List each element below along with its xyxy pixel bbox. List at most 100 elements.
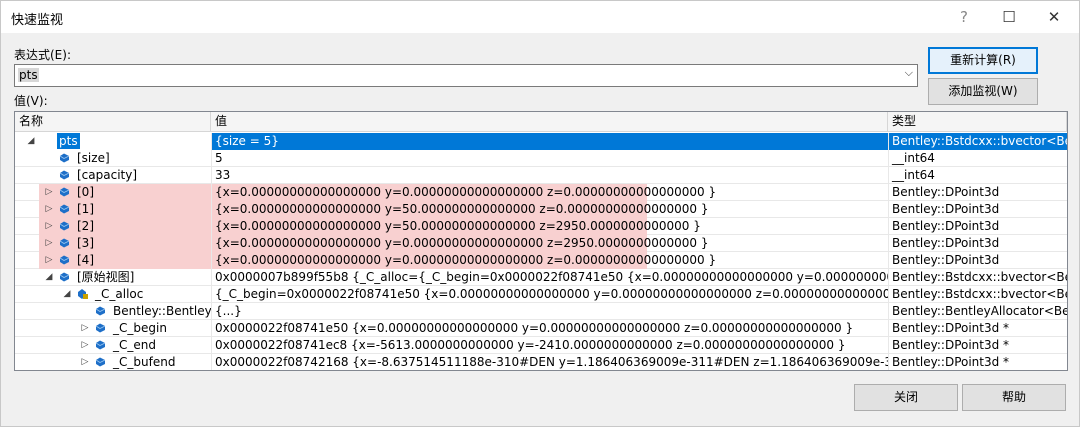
row-name-cell: ◢ [原始视图] xyxy=(15,269,211,286)
table-row[interactable]: ▷ _C_bufend 0x0000022f08742168 {x=-8.63751… xyxy=(15,354,1067,370)
row-type-cell: Bentley::DPoint3d xyxy=(888,201,1067,218)
table-row[interactable]: Bentley::BentleyAll{...}Bentley::Bentley… xyxy=(15,303,1067,320)
row-name-label: [原始视图] xyxy=(77,270,135,284)
field-icon xyxy=(59,255,70,265)
expand-icon[interactable]: ▷ xyxy=(43,218,55,234)
row-value-cell[interactable]: {x=0.00000000000000000 y=0.0000000000000… xyxy=(211,184,888,201)
field-icon xyxy=(95,306,106,316)
row-value-cell[interactable]: 0x0000007b899f55b8 {_C_alloc={_C_begin=0… xyxy=(211,269,888,286)
grid-rows: ◢ pts {size = 5} Bentley::Bstdcxx::bvector<… xyxy=(15,133,1067,370)
title-bar: 快速监视 ? ☐ ✕ xyxy=(1,1,1079,33)
column-header-value[interactable]: 值 xyxy=(211,112,888,132)
column-header-name[interactable]: 名称 xyxy=(15,112,211,132)
field-icon xyxy=(95,340,106,350)
help-icon[interactable]: ? xyxy=(941,1,987,33)
expand-icon[interactable]: ▷ xyxy=(43,201,55,217)
quickwatch-dialog: 快速监视 ? ☐ ✕ 表达式(E): pts ⌵ 重新计算(R) 添加监视(W)… xyxy=(0,0,1080,427)
collapse-icon[interactable]: ◢ xyxy=(61,286,73,302)
row-value-cell[interactable]: {x=0.00000000000000000 y=0.0000000000000… xyxy=(211,235,888,252)
grid-header: 名称 值 类型 xyxy=(15,112,1067,132)
row-value-cell[interactable]: {x=0.00000000000000000 y=0.0000000000000… xyxy=(211,252,888,269)
row-type-cell: __int64 xyxy=(888,150,1067,167)
field-icon xyxy=(59,204,70,214)
row-value-cell[interactable]: {x=0.00000000000000000 y=50.000000000000… xyxy=(211,201,888,218)
row-name-cell: [size] xyxy=(15,150,211,167)
field-icon xyxy=(59,170,70,180)
expand-icon[interactable]: ▷ xyxy=(79,354,91,370)
row-name-label: [0] xyxy=(77,185,94,199)
row-name-label: [1] xyxy=(77,202,94,216)
table-row[interactable]: ▷ _C_end 0x0000022f08741ec8 {x=-5613.00000… xyxy=(15,337,1067,354)
row-name-cell: ▷ [0] xyxy=(15,184,211,201)
row-name-label: _C_bufend xyxy=(113,355,176,369)
expression-input[interactable]: pts xyxy=(18,68,39,82)
row-type-cell: Bentley::DPoint3d xyxy=(888,184,1067,201)
private-field-icon xyxy=(78,289,88,299)
add-watch-button[interactable]: 添加监视(W) xyxy=(928,78,1038,105)
table-row[interactable]: ▷ [4] {x=0.00000000000000000 y=0.000000000… xyxy=(15,252,1067,269)
row-name-cell: Bentley::BentleyAll xyxy=(15,303,211,320)
table-row[interactable]: [capacity] 33 __int64 xyxy=(15,167,1067,184)
row-name-cell: ▷ [3] xyxy=(15,235,211,252)
row-value-cell[interactable]: 0x0000022f08741ec8 {x=-5613.000000000000… xyxy=(211,337,888,354)
table-row[interactable]: ▷ [0] {x=0.00000000000000000 y=0.000000000… xyxy=(15,184,1067,201)
row-name-label: pts xyxy=(57,133,80,149)
row-type-cell: Bentley::DPoint3d xyxy=(888,218,1067,235)
table-row[interactable]: ◢ [原始视图] 0x0000007b899f55b8 {_C_alloc={_C_… xyxy=(15,269,1067,286)
row-type-cell: Bentley::Bstdcxx::bvector<Ben xyxy=(888,133,1067,150)
table-row[interactable]: ▷ [1] {x=0.00000000000000000 y=50.00000000… xyxy=(15,201,1067,218)
maximize-icon[interactable]: ☐ xyxy=(986,1,1032,33)
field-icon xyxy=(95,357,106,367)
row-name-cell: ▷ _C_begin xyxy=(15,320,211,337)
expand-icon[interactable]: ▷ xyxy=(43,184,55,200)
row-value-cell[interactable]: 33 xyxy=(211,167,888,184)
row-type-cell: Bentley::BentleyAllocator<Ben xyxy=(888,303,1067,320)
table-row[interactable]: [size] 5 __int64 xyxy=(15,150,1067,167)
row-name-cell: ▷ _C_end xyxy=(15,337,211,354)
row-name-label: Bentley::BentleyAll xyxy=(113,304,211,318)
row-value-cell[interactable]: 5 xyxy=(211,150,888,167)
row-type-cell: Bentley::DPoint3d xyxy=(888,252,1067,269)
expression-label: 表达式(E): xyxy=(14,48,71,62)
collapse-icon[interactable]: ◢ xyxy=(43,269,55,285)
watch-grid: 名称 值 类型 ◢ pts {size = 5} Bentley::Bstdcxx::… xyxy=(14,111,1068,371)
row-name-label: [4] xyxy=(77,253,94,267)
row-type-cell: Bentley::DPoint3d * xyxy=(888,337,1067,354)
table-row[interactable]: ▷ [3] {x=0.00000000000000000 y=0.000000000… xyxy=(15,235,1067,252)
table-row[interactable]: ▷ _C_begin 0x0000022f08741e50 {x=0.0000000… xyxy=(15,320,1067,337)
expand-icon[interactable]: ▷ xyxy=(43,252,55,268)
help-button[interactable]: 帮助 xyxy=(962,384,1066,411)
row-name-label: [capacity] xyxy=(77,168,138,182)
row-value-cell[interactable]: {size = 5} xyxy=(211,133,888,150)
close-button[interactable]: 关闭 xyxy=(854,384,958,411)
close-icon[interactable]: ✕ xyxy=(1031,1,1077,33)
row-type-cell: Bentley::DPoint3d * xyxy=(888,354,1067,370)
row-name-cell: [capacity] xyxy=(15,167,211,184)
expand-icon[interactable]: ▷ xyxy=(79,320,91,336)
expand-icon[interactable]: ▷ xyxy=(79,337,91,353)
expression-combobox[interactable]: pts ⌵ xyxy=(14,64,918,87)
row-type-cell: __int64 xyxy=(888,167,1067,184)
column-header-type[interactable]: 类型 xyxy=(888,112,1067,132)
field-icon xyxy=(95,323,106,333)
window-title: 快速监视 xyxy=(11,13,64,28)
table-row[interactable]: ▷ [2] {x=0.00000000000000000 y=50.00000000… xyxy=(15,218,1067,235)
row-name-cell: ▷ _C_bufend xyxy=(15,354,211,370)
table-row[interactable]: ◢ _C_alloc {_C_begin=0x0000022f08741e50 {x… xyxy=(15,286,1067,303)
row-value-cell[interactable]: {_C_begin=0x0000022f08741e50 {x=0.000000… xyxy=(211,286,888,303)
field-icon xyxy=(59,187,70,197)
expand-icon[interactable]: ▷ xyxy=(43,235,55,251)
row-type-cell: Bentley::Bstdcxx::bvector<Ben xyxy=(888,269,1067,286)
row-name-label: _C_alloc xyxy=(95,287,144,301)
row-name-cell: ▷ [2] xyxy=(15,218,211,235)
row-name-cell: ◢ _C_alloc xyxy=(15,286,211,303)
recalculate-button[interactable]: 重新计算(R) xyxy=(928,47,1038,74)
collapse-icon[interactable]: ◢ xyxy=(25,133,37,149)
row-value-cell[interactable]: 0x0000022f08741e50 {x=0.0000000000000000… xyxy=(211,320,888,337)
row-value-cell[interactable]: {x=0.00000000000000000 y=50.000000000000… xyxy=(211,218,888,235)
table-row[interactable]: ◢ pts {size = 5} Bentley::Bstdcxx::bvector<… xyxy=(15,133,1067,150)
field-icon xyxy=(59,153,70,163)
row-value-cell[interactable]: 0x0000022f08742168 {x=-8.637514511188e-3… xyxy=(211,354,888,370)
chevron-down-icon[interactable]: ⌵ xyxy=(905,66,913,80)
row-value-cell[interactable]: {...} xyxy=(211,303,888,320)
